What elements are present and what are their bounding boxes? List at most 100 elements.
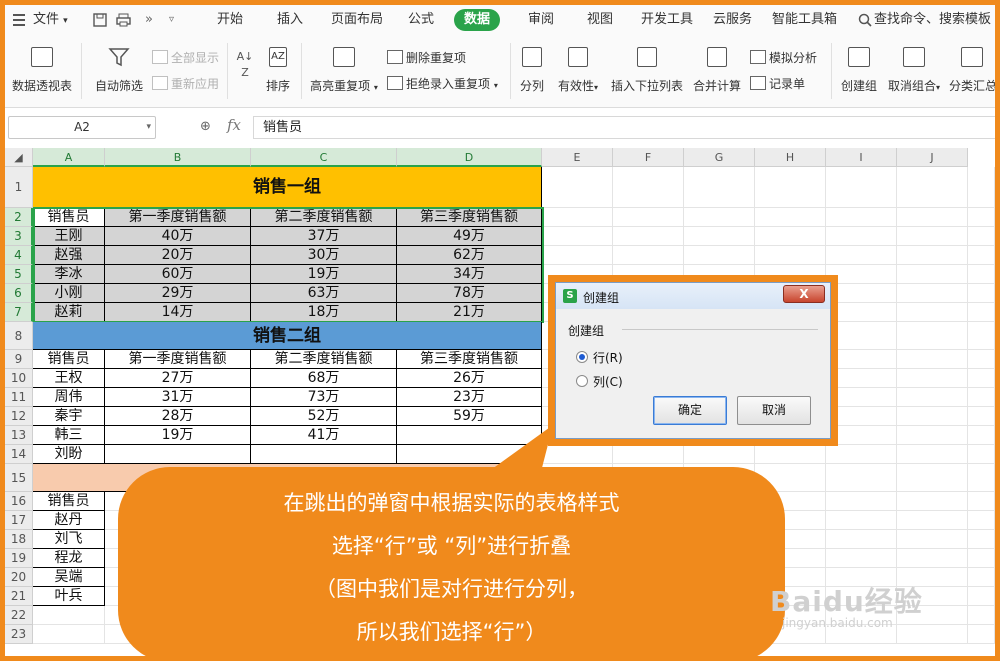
record-form-button[interactable]: 记录单 <box>750 75 805 92</box>
data-cell[interactable]: 73万 <box>251 388 397 407</box>
data-cell[interactable]: 63万 <box>251 284 397 303</box>
column-header-h[interactable]: H <box>755 148 826 167</box>
data-cell[interactable] <box>397 426 542 445</box>
row-header-1[interactable]: 1 <box>5 167 33 208</box>
column-header-j[interactable]: J <box>897 148 968 167</box>
row-header-6[interactable]: 6 <box>5 284 33 303</box>
sort-button[interactable]: AZ 排序 <box>260 47 296 94</box>
row-header-17[interactable]: 17 <box>5 511 33 530</box>
data-cell[interactable]: 19万 <box>251 265 397 284</box>
insert-dropdown-list-button[interactable]: 插入下拉列表 <box>609 47 685 94</box>
row-header-22[interactable]: 22 <box>5 606 33 625</box>
row-header-13[interactable]: 13 <box>5 426 33 445</box>
header-cell[interactable]: 销售员 <box>33 492 105 511</box>
radio-row[interactable]: 行(R) <box>576 349 623 366</box>
data-cell[interactable]: 52万 <box>251 407 397 426</box>
data-cell[interactable]: 23万 <box>397 388 542 407</box>
column-header-c[interactable]: C <box>251 148 397 167</box>
tab-view[interactable]: 视图 <box>587 5 613 35</box>
data-cell[interactable]: 30万 <box>251 246 397 265</box>
header-cell[interactable]: 第一季度销售额 <box>105 350 251 369</box>
header-cell[interactable]: 销售员 <box>33 350 105 369</box>
data-cell[interactable]: 40万 <box>105 227 251 246</box>
row-header-16[interactable]: 16 <box>5 492 33 511</box>
data-cell[interactable]: 60万 <box>105 265 251 284</box>
ungroup-button[interactable]: 取消组合▾ <box>885 47 943 94</box>
more-icon[interactable]: » <box>145 5 153 35</box>
data-cell[interactable]: 62万 <box>397 246 542 265</box>
row-header-18[interactable]: 18 <box>5 530 33 549</box>
autofilter-button[interactable]: 自动筛选 <box>89 47 149 94</box>
pivot-table-button[interactable]: 数据透视表 <box>9 47 75 94</box>
header-cell[interactable]: 第二季度销售额 <box>251 350 397 369</box>
data-cell[interactable]: 赵丹 <box>33 511 105 530</box>
row-header-11[interactable]: 11 <box>5 388 33 407</box>
data-cell[interactable]: 31万 <box>105 388 251 407</box>
header-cell[interactable]: 第一季度销售额 <box>105 208 251 227</box>
radio-row-indicator[interactable] <box>576 351 588 363</box>
name-box[interactable]: A2 ▾ <box>8 116 156 139</box>
data-cell[interactable]: 34万 <box>397 265 542 284</box>
row-header-8[interactable]: 8 <box>5 322 33 350</box>
save-icon[interactable] <box>93 13 107 27</box>
chevron-down-icon[interactable]: ▾ <box>146 117 151 138</box>
fx-icon[interactable]: fx <box>227 116 241 134</box>
delete-duplicates-button[interactable]: 删除重复项 <box>387 49 466 66</box>
zoom-search-icon[interactable]: ⊕ <box>200 119 211 134</box>
subtotal-button[interactable]: 分类汇总 <box>949 47 995 94</box>
row-header-10[interactable]: 10 <box>5 369 33 388</box>
data-cell[interactable]: 王刚 <box>33 227 105 246</box>
data-cell[interactable]: 吴端 <box>33 568 105 587</box>
data-cell[interactable]: 37万 <box>251 227 397 246</box>
row-header-12[interactable]: 12 <box>5 407 33 426</box>
text-to-columns-button[interactable]: 分列 <box>515 47 549 94</box>
data-cell[interactable]: 28万 <box>105 407 251 426</box>
validity-button[interactable]: 有效性▾ <box>553 47 603 94</box>
data-cell[interactable] <box>397 445 542 464</box>
column-header-b[interactable]: B <box>105 148 251 167</box>
radio-column[interactable]: 列(C) <box>576 373 623 390</box>
data-cell[interactable]: 赵莉 <box>33 303 105 322</box>
column-header-e[interactable]: E <box>542 148 613 167</box>
data-cell[interactable]: 49万 <box>397 227 542 246</box>
data-cell[interactable]: 20万 <box>105 246 251 265</box>
reject-duplicates-button[interactable]: 拒绝录入重复项 ▾ <box>387 75 498 92</box>
data-cell[interactable]: 秦宇 <box>33 407 105 426</box>
header-cell[interactable]: 第三季度销售额 <box>397 208 542 227</box>
column-header-d[interactable]: D <box>397 148 542 167</box>
command-search-box[interactable]: 查找命令、搜索模板 <box>874 5 991 35</box>
reapply-button[interactable]: 重新应用 <box>152 75 219 92</box>
data-cell[interactable]: 刘飞 <box>33 530 105 549</box>
tab-data[interactable]: 数据 <box>454 9 501 31</box>
row-header-7[interactable]: 7 <box>5 303 33 322</box>
data-cell[interactable] <box>251 445 397 464</box>
column-header-f[interactable]: F <box>613 148 684 167</box>
column-header-i[interactable]: I <box>826 148 897 167</box>
row-header-23[interactable]: 23 <box>5 625 33 644</box>
row-header-4[interactable]: 4 <box>5 246 33 265</box>
header-cell[interactable]: 第二季度销售额 <box>251 208 397 227</box>
file-menu[interactable]: 文件 ▾ <box>33 5 68 35</box>
data-cell[interactable]: 68万 <box>251 369 397 388</box>
data-cell[interactable]: 叶兵 <box>33 587 105 606</box>
sort-ascending-icon[interactable]: A↓ Z <box>234 49 256 81</box>
what-if-analysis-button[interactable]: 模拟分析 <box>750 49 817 66</box>
hamburger-icon[interactable] <box>13 14 25 29</box>
data-cell[interactable]: 王权 <box>33 369 105 388</box>
group2-title-cell[interactable]: 销售二组 <box>33 322 542 350</box>
header-cell[interactable]: 第三季度销售额 <box>397 350 542 369</box>
create-group-button[interactable]: 创建组 <box>837 47 881 94</box>
tab-formulas[interactable]: 公式 <box>408 5 434 35</box>
data-cell[interactable]: 27万 <box>105 369 251 388</box>
tab-page-layout[interactable]: 页面布局 <box>331 5 383 35</box>
row-header-5[interactable]: 5 <box>5 265 33 284</box>
row-header-9[interactable]: 9 <box>5 350 33 369</box>
data-cell[interactable]: 韩三 <box>33 426 105 445</box>
data-cell[interactable]: 78万 <box>397 284 542 303</box>
data-cell[interactable]: 刘盼 <box>33 445 105 464</box>
ok-button[interactable]: 确定 <box>653 396 727 425</box>
data-cell[interactable]: 周伟 <box>33 388 105 407</box>
group1-title-cell[interactable]: 销售一组 <box>33 167 542 208</box>
data-cell[interactable]: 19万 <box>105 426 251 445</box>
data-cell[interactable]: 程龙 <box>33 549 105 568</box>
